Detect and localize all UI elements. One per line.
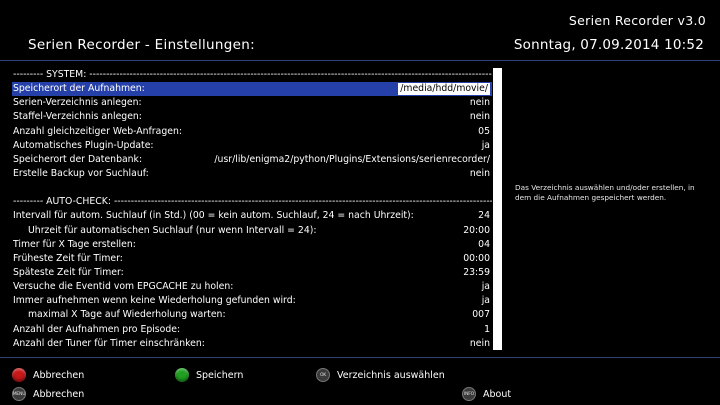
config-row-label: Anzahl gleichzeitiger Web-Anfragen: bbox=[13, 125, 182, 137]
config-row-value: ja bbox=[481, 139, 490, 151]
config-row[interactable]: Intervall für autom. Suchlauf (in Std.) … bbox=[12, 209, 492, 223]
config-row-value: 20:00 bbox=[463, 224, 490, 236]
config-row-value: 24 bbox=[478, 210, 490, 222]
config-row-label: Späteste Zeit für Timer: bbox=[13, 266, 124, 278]
config-row-value: nein bbox=[469, 167, 490, 179]
menu-button-label: Abbrechen bbox=[33, 388, 85, 400]
green-button-label: Speichern bbox=[196, 369, 244, 381]
spacer-row bbox=[12, 181, 492, 195]
datetime: Sonntag, 07.09.2014 10:52 bbox=[513, 37, 704, 53]
help-text: Das Verzeichnis auswählen und/oder erste… bbox=[515, 183, 695, 202]
red-cancel-button[interactable]: Abbrechen bbox=[12, 368, 84, 382]
info-button-label: About bbox=[483, 388, 512, 400]
config-row[interactable]: Speicherort der Aufnahmen: /media/hdd/mov… bbox=[12, 82, 492, 97]
config-row-label: Immer aufnehmen wenn keine Wiederholung … bbox=[13, 295, 296, 307]
config-row[interactable]: Erstelle Backup vor Suchlauf: nein bbox=[12, 167, 492, 181]
menu-key-icon: MENU bbox=[12, 387, 26, 401]
config-row[interactable]: Anzahl der Aufnahmen pro Episode: 1 bbox=[12, 323, 492, 337]
config-row-value: nein bbox=[469, 97, 490, 109]
red-button-label: Abbrechen bbox=[33, 369, 85, 381]
config-row[interactable]: Früheste Zeit für Timer: 00:00 bbox=[12, 252, 492, 266]
plugin-name: Serien Recorder v3.0 bbox=[568, 13, 706, 28]
config-row-label: Speicherort der Datenbank: bbox=[13, 153, 143, 165]
red-key-icon bbox=[12, 368, 26, 382]
menu-cancel-button[interactable]: MENU Abbrechen bbox=[12, 387, 84, 401]
config-row[interactable]: Automatisches Plugin-Update: ja bbox=[12, 139, 492, 153]
config-row-value: ja bbox=[481, 295, 490, 307]
green-key-icon bbox=[175, 368, 189, 382]
config-row[interactable]: Uhrzeit für automatischen Suchlauf (nur … bbox=[12, 224, 492, 238]
ok-key-icon: OK bbox=[316, 368, 330, 382]
config-row-value: 1 bbox=[484, 323, 490, 335]
config-row[interactable]: maximal X Tage auf Wiederholung warten: 0… bbox=[12, 308, 492, 322]
ok-button-label: Verzeichnis auswählen bbox=[337, 369, 445, 381]
config-row-value: /media/hdd/movie/ bbox=[398, 83, 490, 96]
config-row-label: Anzahl der Aufnahmen pro Episode: bbox=[13, 323, 181, 335]
config-row-value: 23:59 bbox=[463, 266, 490, 278]
config-row-value: /usr/lib/enigma2/python/Plugins/Extensio… bbox=[214, 153, 490, 165]
config-row-label: --------- AUTO-CHECK: ------------------… bbox=[13, 196, 492, 208]
config-row-label: Timer für X Tage erstellen: bbox=[13, 238, 136, 250]
config-row-value: 007 bbox=[472, 309, 490, 321]
section-header: --------- SYSTEM: ----------------------… bbox=[12, 68, 492, 82]
config-row[interactable]: Staffel-Verzeichnis anlegen: nein bbox=[12, 110, 492, 124]
config-row[interactable]: Späteste Zeit für Timer: 23:59 bbox=[12, 266, 492, 280]
config-row-label: Intervall für autom. Suchlauf (in Std.) … bbox=[13, 210, 414, 222]
config-row[interactable]: Anzahl gleichzeitiger Web-Anfragen: 05 bbox=[12, 125, 492, 139]
config-row-value: nein bbox=[469, 111, 490, 123]
config-row-value: nein bbox=[469, 337, 490, 349]
top-divider bbox=[0, 60, 720, 61]
config-row-label: Staffel-Verzeichnis anlegen: bbox=[13, 111, 142, 123]
config-row-value: ja bbox=[481, 281, 490, 293]
config-row-label: Früheste Zeit für Timer: bbox=[13, 252, 123, 264]
config-row-label: --------- SYSTEM: ----------------------… bbox=[13, 69, 492, 80]
config-row-label: Anzahl der Tuner für Timer einschränken: bbox=[13, 337, 205, 349]
config-row-label: Speicherort der Aufnahmen: bbox=[13, 83, 145, 95]
config-row-label: Uhrzeit für automatischen Suchlauf (nur … bbox=[28, 224, 317, 236]
config-row[interactable]: Serien-Verzeichnis anlegen: nein bbox=[12, 96, 492, 110]
config-row[interactable]: Anzahl der Tuner für Timer einschränken:… bbox=[12, 337, 492, 350]
green-save-button[interactable]: Speichern bbox=[175, 368, 243, 382]
info-about-button[interactable]: INFO About bbox=[462, 387, 511, 401]
config-row[interactable]: Timer für X Tage erstellen: 04 bbox=[12, 238, 492, 252]
section-header: --------- AUTO-CHECK: ------------------… bbox=[12, 195, 492, 209]
page-title: Serien Recorder - Einstellungen: bbox=[28, 37, 255, 53]
config-row-label: Erstelle Backup vor Suchlauf: bbox=[13, 167, 149, 179]
config-row-label: Serien-Verzeichnis anlegen: bbox=[13, 97, 142, 109]
config-row-value: 05 bbox=[478, 125, 490, 137]
config-row-value: 00:00 bbox=[463, 252, 490, 264]
config-row[interactable]: Immer aufnehmen wenn keine Wiederholung … bbox=[12, 294, 492, 308]
bottom-divider bbox=[0, 357, 720, 358]
info-key-icon: INFO bbox=[462, 387, 476, 401]
config-row-value: 04 bbox=[478, 238, 490, 250]
config-row-label: Automatisches Plugin-Update: bbox=[13, 139, 154, 151]
config-row-label: maximal X Tage auf Wiederholung warten: bbox=[28, 309, 226, 321]
config-row[interactable]: Versuche die Eventid vom EPGCACHE zu hol… bbox=[12, 280, 492, 294]
config-list[interactable]: --------- SYSTEM: ----------------------… bbox=[12, 68, 492, 350]
config-row[interactable]: Speicherort der Datenbank: /usr/lib/enigm… bbox=[12, 153, 492, 167]
scrollbar[interactable] bbox=[493, 68, 502, 350]
ok-select-directory-button[interactable]: OK Verzeichnis auswählen bbox=[316, 368, 445, 382]
config-row-label: Versuche die Eventid vom EPGCACHE zu hol… bbox=[13, 281, 234, 293]
